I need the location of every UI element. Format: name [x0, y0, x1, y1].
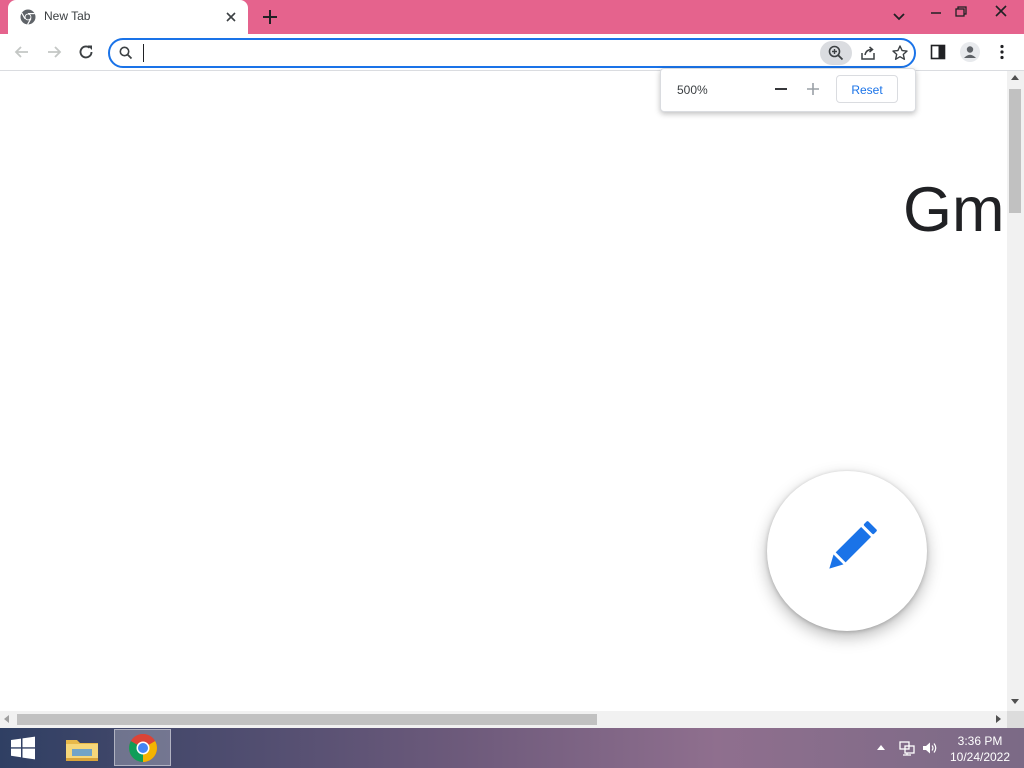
zoom-out-button[interactable]: [771, 79, 791, 99]
scrollbar-corner: [1007, 711, 1024, 728]
pencil-icon: [829, 521, 877, 569]
windows-logo-icon: [11, 736, 35, 760]
share-button[interactable]: [856, 42, 880, 64]
side-panel-icon: [930, 44, 946, 60]
folder-icon: [66, 740, 98, 761]
search-icon: [119, 46, 133, 60]
scroll-down-arrow[interactable]: [1011, 699, 1019, 704]
zoom-reset-button[interactable]: Reset: [836, 75, 898, 103]
share-icon: [861, 46, 875, 60]
windows-taskbar: 3:36 PM 10/24/2022: [0, 728, 1024, 768]
file-explorer-button[interactable]: [60, 730, 104, 766]
tab-strip: New Tab: [0, 0, 1024, 34]
network-icon[interactable]: [898, 740, 916, 756]
star-icon: [892, 45, 908, 60]
start-button[interactable]: [6, 734, 40, 762]
profile-button[interactable]: [956, 38, 984, 66]
zoom-in-button[interactable]: [803, 79, 823, 99]
zoom-button[interactable]: [820, 41, 852, 65]
profile-icon: [960, 42, 980, 62]
reload-icon: [79, 45, 93, 59]
scroll-up-arrow[interactable]: [1011, 75, 1019, 80]
arrow-right-icon: [48, 46, 62, 58]
gmail-link[interactable]: Gm: [903, 174, 1004, 246]
bookmark-button[interactable]: [888, 42, 912, 64]
vertical-scrollbar[interactable]: [1007, 71, 1024, 711]
volume-icon[interactable]: [921, 740, 939, 756]
back-button[interactable]: [8, 38, 36, 66]
window-restore-button[interactable]: [950, 2, 974, 22]
tab-new-tab[interactable]: New Tab: [8, 0, 248, 34]
address-bar[interactable]: [108, 38, 916, 68]
tab-close-button[interactable]: [222, 8, 240, 26]
side-panel-button[interactable]: [924, 38, 952, 66]
scroll-left-arrow[interactable]: [4, 715, 9, 723]
page-content: Gm: [0, 71, 1007, 711]
kebab-menu-icon: [1000, 44, 1004, 60]
vertical-scroll-thumb[interactable]: [1009, 89, 1021, 213]
window-minimize-button[interactable]: [924, 2, 948, 22]
show-hidden-icons-button[interactable]: [877, 745, 885, 750]
close-icon: [226, 12, 236, 22]
tab-title: New Tab: [44, 9, 91, 23]
compose-button[interactable]: [767, 471, 927, 631]
zoom-in-icon: [828, 45, 844, 61]
clock-time[interactable]: 3:36 PM: [948, 734, 1012, 748]
zoom-level: 500%: [677, 83, 708, 97]
window-close-button[interactable]: [978, 0, 1024, 22]
reload-button[interactable]: [72, 38, 100, 66]
tab-search-chevron-down-icon[interactable]: [889, 8, 909, 26]
chrome-icon: [129, 734, 157, 762]
arrow-left-icon: [14, 46, 28, 58]
chrome-taskbar-button[interactable]: [114, 729, 171, 766]
horizontal-scroll-thumb[interactable]: [17, 714, 597, 725]
horizontal-scrollbar[interactable]: [0, 711, 1007, 728]
forward-button[interactable]: [40, 38, 68, 66]
zoom-popup: 500% Reset: [660, 68, 916, 112]
clock-date[interactable]: 10/24/2022: [948, 750, 1012, 764]
menu-button[interactable]: [988, 38, 1016, 66]
text-cursor: [143, 44, 144, 62]
scroll-right-arrow[interactable]: [996, 715, 1001, 723]
new-tab-button[interactable]: [258, 6, 282, 28]
chrome-icon: [20, 9, 36, 25]
